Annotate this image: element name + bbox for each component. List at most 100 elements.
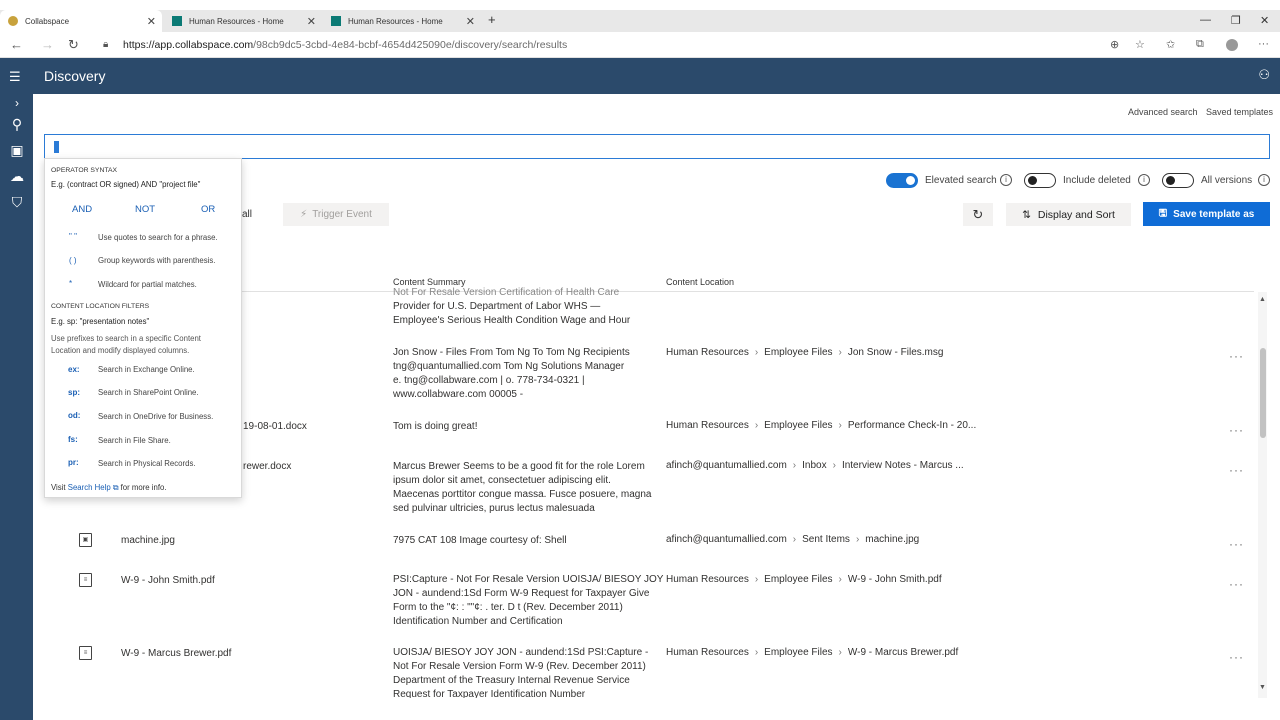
restore-icon[interactable]: ❐: [1231, 14, 1241, 27]
row-filename[interactable]: W-9 - John Smith.pdf: [121, 574, 215, 588]
all-versions-toggle[interactable]: [1162, 173, 1194, 188]
pdf-file-icon: ≡: [79, 646, 92, 660]
row-more-icon[interactable]: ···: [1229, 577, 1244, 591]
scrollbar-thumb[interactable]: [1260, 348, 1266, 438]
advanced-search-link[interactable]: Advanced search: [1128, 107, 1198, 117]
cloud-upload-icon[interactable]: ☁: [7, 168, 27, 185]
refresh-button[interactable]: ↻: [963, 203, 993, 226]
breadcrumb-chevron-icon: ›: [838, 420, 842, 431]
prefix-sp[interactable]: sp:: [68, 388, 80, 397]
tab-title: Human Resources - Home: [348, 16, 443, 26]
forward-icon[interactable]: →: [41, 37, 54, 52]
location-part[interactable]: Employee Files: [764, 647, 832, 658]
location-part[interactable]: Human Resources: [666, 574, 749, 585]
row-more-icon[interactable]: ···: [1229, 650, 1244, 664]
location-part[interactable]: Human Resources: [666, 647, 749, 658]
close-tab-icon[interactable]: ✕: [466, 15, 475, 28]
back-icon[interactable]: ←: [10, 37, 23, 52]
prefix-ex[interactable]: ex:: [68, 365, 80, 374]
syntax-quotes[interactable]: " ": [69, 232, 77, 241]
more-icon[interactable]: ···: [1258, 38, 1269, 50]
syntax-quotes-desc: Use quotes to search for a phrase.: [98, 233, 218, 242]
search-help-link[interactable]: Search Help: [68, 483, 111, 492]
shield-icon[interactable]: ⛉: [7, 194, 27, 211]
save-template-button[interactable]: 🖫︎ Save template as: [1143, 202, 1270, 226]
column-header-content-location[interactable]: Content Location: [666, 277, 734, 287]
info-icon[interactable]: i: [1138, 174, 1150, 186]
search-input[interactable]: [44, 134, 1270, 159]
search-icon[interactable]: ⚲: [7, 116, 27, 133]
row-more-icon[interactable]: ···: [1229, 423, 1244, 437]
summary-line: 7975 CAT 108 Image courtesy of: Shell: [393, 535, 567, 546]
row-more-icon[interactable]: ···: [1229, 463, 1244, 477]
prefix-pr[interactable]: pr:: [68, 458, 79, 467]
location-part[interactable]: W-9 - Marcus Brewer.pdf: [848, 647, 958, 658]
zoom-icon[interactable]: ⊕: [1110, 38, 1119, 51]
info-icon[interactable]: i: [1000, 174, 1012, 186]
location-part[interactable]: afinch@quantumallied.com: [666, 460, 787, 471]
location-part[interactable]: Human Resources: [666, 420, 749, 431]
hamburger-menu-icon[interactable]: ☰: [9, 69, 21, 85]
location-part[interactable]: Jon Snow - Files.msg: [848, 347, 944, 358]
favorite-icon[interactable]: ☆: [1135, 38, 1145, 51]
row-filename[interactable]: 19-08-01.docx: [243, 420, 307, 434]
row-filename[interactable]: machine.jpg: [121, 534, 175, 548]
favorites-list-icon[interactable]: ✩: [1166, 38, 1175, 51]
location-part[interactable]: Human Resources: [666, 347, 749, 358]
tab-human-resources-1[interactable]: Human Resources - Home ✕: [164, 10, 322, 32]
operator-and[interactable]: AND: [72, 204, 92, 215]
collections-icon[interactable]: ⧉: [1196, 38, 1204, 51]
location-part[interactable]: afinch@quantumallied.com: [666, 534, 787, 545]
row-filename[interactable]: rewer.docx: [243, 460, 291, 474]
syntax-wildcard[interactable]: *: [69, 279, 72, 288]
summary-line: UOISJA/ BIESOY JOY JON - aundend:1Sd PSI…: [393, 647, 649, 658]
url-field[interactable]: https://app.collabspace.com/98cb9dc5-3cb…: [123, 39, 567, 51]
reload-icon[interactable]: ↻: [68, 37, 79, 53]
close-tab-icon[interactable]: ✕: [147, 15, 156, 28]
saved-templates-link[interactable]: Saved templates: [1206, 107, 1273, 117]
location-part[interactable]: Sent Items: [802, 534, 850, 545]
profile-avatar[interactable]: [1226, 39, 1238, 51]
discovery-icon[interactable]: ▣: [7, 142, 27, 159]
user-icon[interactable]: ⚇: [1258, 67, 1270, 83]
elevated-search-toggle[interactable]: [886, 173, 918, 188]
location-part[interactable]: Inbox: [802, 460, 826, 471]
location-part[interactable]: Employee Files: [764, 420, 832, 431]
close-window-icon[interactable]: ✕: [1260, 14, 1269, 27]
expand-chevron-icon[interactable]: ›: [7, 96, 27, 110]
location-part[interactable]: Interview Notes - Marcus ...: [842, 460, 964, 471]
prefix-od[interactable]: od:: [68, 411, 80, 420]
help-footer: Visit Search Help ⧉ for more info.: [51, 483, 167, 493]
breadcrumb-chevron-icon: ›: [754, 420, 759, 431]
breadcrumb-chevron-icon: ›: [754, 574, 759, 585]
location-part[interactable]: Performance Check-In - 20...: [848, 420, 976, 431]
scroll-down-icon[interactable]: ▼: [1259, 684, 1266, 691]
location-part[interactable]: W-9 - John Smith.pdf: [848, 574, 942, 585]
location-part[interactable]: machine.jpg: [865, 534, 919, 545]
tab-human-resources-2[interactable]: Human Resources - Home ✕: [323, 10, 481, 32]
display-and-sort-button[interactable]: ⇅ Display and Sort: [1006, 203, 1131, 226]
syntax-wildcard-desc: Wildcard for partial matches.: [98, 280, 197, 289]
location-part[interactable]: Employee Files: [764, 347, 832, 358]
select-all-button-partial[interactable]: all: [242, 209, 252, 220]
operator-syntax-heading: OPERATOR SYNTAX: [51, 167, 118, 174]
prefix-fs[interactable]: fs:: [68, 435, 78, 444]
info-icon[interactable]: i: [1258, 174, 1270, 186]
syntax-parenthesis[interactable]: ( ): [69, 256, 77, 265]
operator-or[interactable]: OR: [201, 204, 215, 215]
scroll-up-icon[interactable]: ▲: [1259, 296, 1266, 303]
minimize-icon[interactable]: —: [1200, 14, 1211, 26]
row-more-icon[interactable]: ···: [1229, 349, 1244, 363]
tab-collabspace[interactable]: Collabspace ✕: [0, 10, 162, 32]
new-tab-icon[interactable]: +: [488, 12, 496, 27]
location-filters-heading: CONTENT LOCATION FILTERS: [51, 303, 150, 310]
location-explanation: Use prefixes to search in a specific Con…: [51, 334, 201, 355]
row-more-icon[interactable]: ···: [1229, 537, 1244, 551]
location-part[interactable]: Employee Files: [764, 574, 832, 585]
row-summary: UOISJA/ BIESOY JOY JON - aundend:1Sd PSI…: [393, 646, 648, 698]
close-tab-icon[interactable]: ✕: [307, 15, 316, 28]
operator-not[interactable]: NOT: [135, 204, 155, 215]
row-filename[interactable]: W-9 - Marcus Brewer.pdf: [121, 647, 231, 661]
include-deleted-toggle[interactable]: [1024, 173, 1056, 188]
trigger-event-button[interactable]: ⚡︎ Trigger Event: [283, 203, 389, 226]
